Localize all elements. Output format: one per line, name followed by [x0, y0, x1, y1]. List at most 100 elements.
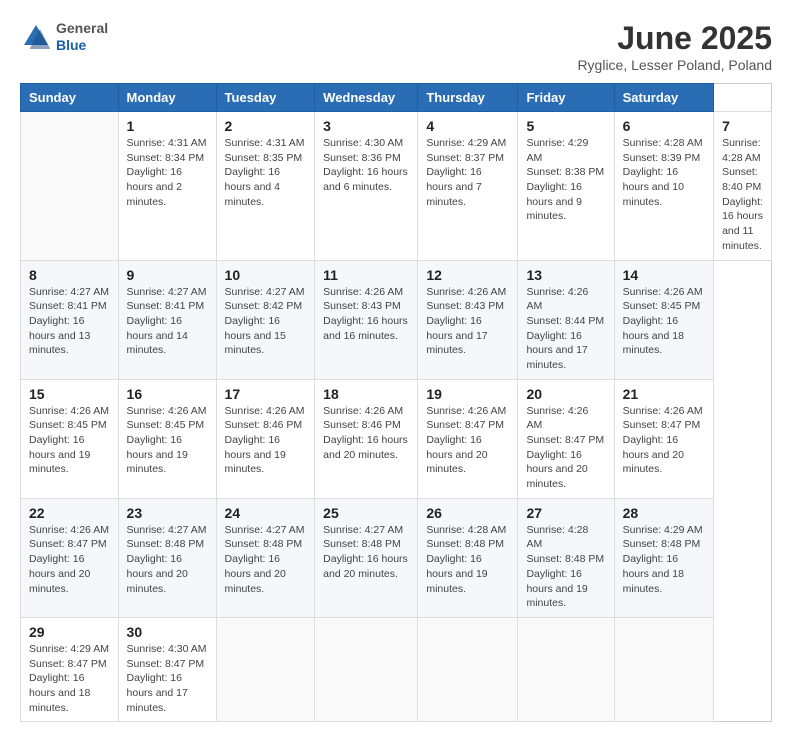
week-row-3: 15 Sunrise: 4:26 AMSunset: 8:45 PMDayligh…	[21, 379, 772, 498]
day-info: Sunrise: 4:28 AMSunset: 8:48 PMDaylight:…	[526, 523, 605, 611]
header-row: SundayMondayTuesdayWednesdayThursdayFrid…	[21, 84, 772, 112]
day-cell: 11Sunrise: 4:26 AMSunset: 8:43 PMDayligh…	[315, 260, 418, 379]
week-row-4: 22Sunrise: 4:26 AMSunset: 8:47 PMDayligh…	[21, 498, 772, 617]
week-row-2: 8Sunrise: 4:27 AMSunset: 8:41 PMDaylight…	[21, 260, 772, 379]
day-cell: 28 Sunrise: 4:29 AMSunset: 8:48 PMDayligh…	[614, 498, 713, 617]
title-section: June 2025 Ryglice, Lesser Poland, Poland	[577, 20, 772, 73]
day-number: 16	[127, 386, 208, 402]
page-container: General Blue June 2025 Ryglice, Lesser P…	[20, 20, 772, 722]
day-cell	[216, 617, 315, 721]
day-info: Sunrise: 4:29 AMSunset: 8:48 PMDaylight:…	[623, 523, 705, 596]
week-row-5: 29 Sunrise: 4:29 AMSunset: 8:47 PMDayligh…	[21, 617, 772, 721]
header-cell-friday: Friday	[518, 84, 614, 112]
day-cell: 18Sunrise: 4:26 AMSunset: 8:46 PMDayligh…	[315, 379, 418, 498]
day-info: Sunrise: 4:29 AMSunset: 8:47 PMDaylight:…	[29, 642, 110, 715]
day-cell: 22Sunrise: 4:26 AMSunset: 8:47 PMDayligh…	[21, 498, 119, 617]
logo-general-text: General	[56, 20, 108, 37]
day-number: 20	[526, 386, 605, 402]
calendar-table: SundayMondayTuesdayWednesdayThursdayFrid…	[20, 83, 772, 722]
day-number: 19	[426, 386, 509, 402]
calendar-title: June 2025	[577, 20, 772, 57]
day-cell: 20Sunrise: 4:26 AMSunset: 8:47 PMDayligh…	[518, 379, 614, 498]
day-info: Sunrise: 4:26 AMSunset: 8:46 PMDaylight:…	[225, 404, 307, 477]
header-cell-saturday: Saturday	[614, 84, 713, 112]
day-cell: 14Sunrise: 4:26 AMSunset: 8:45 PMDayligh…	[614, 260, 713, 379]
day-cell: 10 Sunrise: 4:27 AMSunset: 8:42 PMDayligh…	[216, 260, 315, 379]
logo-icon	[20, 21, 52, 53]
day-info: Sunrise: 4:26 AMSunset: 8:45 PMDaylight:…	[127, 404, 208, 477]
day-cell	[315, 617, 418, 721]
day-info: Sunrise: 4:29 AMSunset: 8:37 PMDaylight:…	[426, 136, 509, 209]
day-cell: 25Sunrise: 4:27 AMSunset: 8:48 PMDayligh…	[315, 498, 418, 617]
day-cell: 21Sunrise: 4:26 AMSunset: 8:47 PMDayligh…	[614, 379, 713, 498]
day-cell: 6Sunrise: 4:28 AMSunset: 8:39 PMDaylight…	[614, 112, 713, 261]
day-cell: 8Sunrise: 4:27 AMSunset: 8:41 PMDaylight…	[21, 260, 119, 379]
day-number: 6	[623, 118, 705, 134]
day-info: Sunrise: 4:27 AMSunset: 8:48 PMDaylight:…	[127, 523, 208, 596]
day-cell: 13 Sunrise: 4:26 AMSunset: 8:44 PMDayligh…	[518, 260, 614, 379]
day-info: Sunrise: 4:26 AMSunset: 8:45 PMDaylight:…	[29, 404, 110, 477]
logo-blue-text: Blue	[56, 37, 108, 54]
day-number: 17	[225, 386, 307, 402]
day-cell: 1 Sunrise: 4:31 AMSunset: 8:34 PMDaylight…	[118, 112, 216, 261]
calendar-body: 1 Sunrise: 4:31 AMSunset: 8:34 PMDaylight…	[21, 112, 772, 722]
day-info: Sunrise: 4:26 AMSunset: 8:47 PMDaylight:…	[623, 404, 705, 477]
day-cell: 9 Sunrise: 4:27 AMSunset: 8:41 PMDaylight…	[118, 260, 216, 379]
day-number: 27	[526, 505, 605, 521]
day-number: 24	[225, 505, 307, 521]
calendar-header: SundayMondayTuesdayWednesdayThursdayFrid…	[21, 84, 772, 112]
day-number: 18	[323, 386, 409, 402]
day-number: 1	[127, 118, 208, 134]
day-number: 29	[29, 624, 110, 640]
day-cell: 3Sunrise: 4:30 AMSunset: 8:36 PMDaylight…	[315, 112, 418, 261]
day-number: 28	[623, 505, 705, 521]
day-number: 15	[29, 386, 110, 402]
day-number: 2	[225, 118, 307, 134]
header-cell-monday: Monday	[118, 84, 216, 112]
day-cell: 12 Sunrise: 4:26 AMSunset: 8:43 PMDayligh…	[418, 260, 518, 379]
day-info: Sunrise: 4:26 AMSunset: 8:47 PMDaylight:…	[29, 523, 110, 596]
day-cell: 26 Sunrise: 4:28 AMSunset: 8:48 PMDayligh…	[418, 498, 518, 617]
week-row-1: 1 Sunrise: 4:31 AMSunset: 8:34 PMDaylight…	[21, 112, 772, 261]
day-number: 9	[127, 267, 208, 283]
day-info: Sunrise: 4:27 AMSunset: 8:42 PMDaylight:…	[225, 285, 307, 358]
day-cell: 2Sunrise: 4:31 AMSunset: 8:35 PMDaylight…	[216, 112, 315, 261]
day-info: Sunrise: 4:27 AMSunset: 8:41 PMDaylight:…	[127, 285, 208, 358]
day-number: 10	[225, 267, 307, 283]
day-cell	[518, 617, 614, 721]
header: General Blue June 2025 Ryglice, Lesser P…	[20, 20, 772, 73]
day-cell	[418, 617, 518, 721]
day-info: Sunrise: 4:26 AMSunset: 8:44 PMDaylight:…	[526, 285, 605, 373]
day-number: 4	[426, 118, 509, 134]
day-number: 7	[722, 118, 763, 134]
day-info: Sunrise: 4:29 AMSunset: 8:38 PMDaylight:…	[526, 136, 605, 224]
day-cell: 23 Sunrise: 4:27 AMSunset: 8:48 PMDayligh…	[118, 498, 216, 617]
header-cell-tuesday: Tuesday	[216, 84, 315, 112]
day-info: Sunrise: 4:28 AMSunset: 8:48 PMDaylight:…	[426, 523, 509, 596]
day-number: 23	[127, 505, 208, 521]
header-cell-wednesday: Wednesday	[315, 84, 418, 112]
day-number: 12	[426, 267, 509, 283]
calendar-subtitle: Ryglice, Lesser Poland, Poland	[577, 57, 772, 73]
day-cell: 17 Sunrise: 4:26 AMSunset: 8:46 PMDayligh…	[216, 379, 315, 498]
day-info: Sunrise: 4:31 AMSunset: 8:34 PMDaylight:…	[127, 136, 208, 209]
day-info: Sunrise: 4:26 AMSunset: 8:45 PMDaylight:…	[623, 285, 705, 358]
day-info: Sunrise: 4:28 AMSunset: 8:40 PMDaylight:…	[722, 136, 763, 254]
day-number: 11	[323, 267, 409, 283]
logo: General Blue	[20, 20, 108, 54]
day-info: Sunrise: 4:26 AMSunset: 8:43 PMDaylight:…	[426, 285, 509, 358]
day-cell: 16 Sunrise: 4:26 AMSunset: 8:45 PMDayligh…	[118, 379, 216, 498]
day-cell: 7 Sunrise: 4:28 AMSunset: 8:40 PMDaylight…	[714, 112, 772, 261]
day-cell: 27 Sunrise: 4:28 AMSunset: 8:48 PMDayligh…	[518, 498, 614, 617]
day-cell: 29 Sunrise: 4:29 AMSunset: 8:47 PMDayligh…	[21, 617, 119, 721]
day-number: 26	[426, 505, 509, 521]
day-info: Sunrise: 4:27 AMSunset: 8:41 PMDaylight:…	[29, 285, 110, 358]
day-cell: 24Sunrise: 4:27 AMSunset: 8:48 PMDayligh…	[216, 498, 315, 617]
header-cell-thursday: Thursday	[418, 84, 518, 112]
day-number: 13	[526, 267, 605, 283]
day-info: Sunrise: 4:27 AMSunset: 8:48 PMDaylight:…	[323, 523, 409, 582]
header-cell-sunday: Sunday	[21, 84, 119, 112]
day-number: 3	[323, 118, 409, 134]
day-info: Sunrise: 4:26 AMSunset: 8:47 PMDaylight:…	[426, 404, 509, 477]
day-cell: 4 Sunrise: 4:29 AMSunset: 8:37 PMDaylight…	[418, 112, 518, 261]
